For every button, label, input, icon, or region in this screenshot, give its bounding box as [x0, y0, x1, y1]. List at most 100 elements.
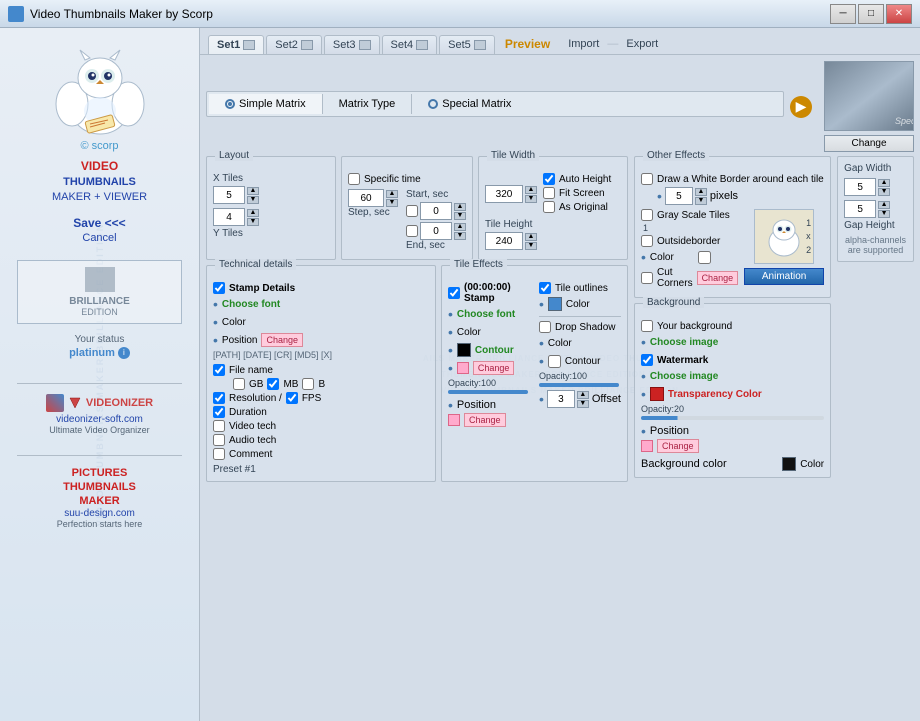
effects-color-checkbox[interactable] — [698, 251, 711, 264]
maximize-button[interactable]: □ — [858, 4, 884, 24]
shadow-contour-checkbox[interactable] — [548, 355, 561, 368]
auto-height-checkbox[interactable] — [543, 173, 555, 185]
end-checkbox[interactable] — [406, 225, 418, 237]
gap-width-up[interactable]: ▲ — [878, 179, 890, 187]
end-down[interactable]: ▼ — [454, 232, 466, 240]
offset-up[interactable]: ▲ — [577, 391, 589, 399]
end-up[interactable]: ▲ — [454, 223, 466, 231]
y-tiles-up[interactable]: ▲ — [247, 209, 259, 217]
gap-height-down[interactable]: ▼ — [878, 210, 890, 218]
step-input[interactable] — [348, 189, 384, 207]
white-border-checkbox[interactable] — [641, 173, 653, 185]
save-button[interactable]: Save <<< — [73, 216, 125, 230]
duration-checkbox[interactable] — [213, 406, 225, 418]
fps-checkbox[interactable] — [286, 392, 298, 404]
tab-special-matrix[interactable]: Special Matrix — [412, 94, 527, 114]
stamp-checkbox[interactable] — [448, 287, 460, 299]
cancel-button[interactable]: Cancel — [82, 232, 116, 244]
gap-height-input[interactable] — [844, 200, 876, 218]
tab-set3[interactable]: Set3 — [324, 35, 380, 54]
outside-border-checkbox[interactable] — [641, 235, 653, 247]
tile-width-up[interactable]: ▲ — [525, 186, 537, 194]
pixels-up[interactable]: ▲ — [695, 188, 707, 196]
tab-import[interactable]: Import — [560, 35, 607, 53]
start-up[interactable]: ▲ — [454, 203, 466, 211]
specific-time-checkbox[interactable] — [348, 173, 360, 185]
start-down[interactable]: ▼ — [454, 212, 466, 220]
tile-outlines-checkbox[interactable] — [539, 282, 551, 294]
tab-set4[interactable]: Set4 — [382, 35, 438, 54]
mb-checkbox[interactable] — [267, 378, 279, 390]
gap-height-up[interactable]: ▲ — [878, 201, 890, 209]
tab-preview[interactable]: Preview — [497, 34, 558, 54]
bg-color-btn[interactable]: Color — [782, 457, 824, 471]
as-original-checkbox[interactable] — [543, 201, 555, 213]
radio-simple-matrix[interactable] — [225, 99, 235, 109]
video-tech-checkbox[interactable] — [213, 420, 225, 432]
start-input[interactable] — [420, 202, 452, 220]
tab-set5[interactable]: Set5 — [439, 35, 495, 54]
tile-width-down[interactable]: ▼ — [525, 195, 537, 203]
pictures-link[interactable]: suu-design.com — [57, 508, 143, 519]
watermark-checkbox[interactable] — [641, 354, 653, 366]
x-tiles-down[interactable]: ▼ — [247, 196, 259, 204]
bg-change-btn[interactable]: Change — [657, 439, 699, 453]
gap-width-input[interactable] — [844, 178, 876, 196]
x-tiles-up[interactable]: ▲ — [247, 187, 259, 195]
file-name-checkbox[interactable] — [213, 364, 225, 376]
choose-image2-btn[interactable]: Choose image — [650, 371, 718, 382]
comment-checkbox[interactable] — [213, 448, 225, 460]
stamp-opacity-slider[interactable] — [448, 390, 528, 394]
pixels-input[interactable] — [665, 187, 693, 205]
radio-special-matrix[interactable] — [428, 99, 438, 109]
transparency-color-btn[interactable]: Transparency Color — [668, 389, 762, 400]
change-preview-button[interactable]: Change — [824, 135, 914, 152]
resolution-checkbox[interactable] — [213, 392, 225, 404]
b-checkbox[interactable] — [302, 378, 314, 390]
arrow-right-button[interactable]: ▶ — [790, 96, 812, 118]
cut-corners-change[interactable]: Change — [697, 271, 739, 285]
stamp-change2-btn[interactable]: Change — [464, 413, 506, 427]
change-btn-tech[interactable]: Change — [261, 333, 303, 347]
tab-set1[interactable]: Set1 — [208, 35, 264, 54]
stamp-details-checkbox[interactable] — [213, 282, 225, 294]
stamp-change-btn[interactable]: Change — [473, 361, 515, 375]
offset-down[interactable]: ▼ — [577, 400, 589, 408]
offset-input[interactable] — [547, 390, 575, 408]
pixels-down[interactable]: ▼ — [695, 197, 707, 205]
gray-scale-checkbox[interactable] — [641, 209, 653, 221]
shadow-opacity-slider[interactable] — [539, 383, 619, 387]
choose-image-btn[interactable]: Choose image — [650, 337, 718, 348]
tab-export[interactable]: Export — [618, 35, 666, 53]
x-tiles-input[interactable] — [213, 186, 245, 204]
stamp-contour-label[interactable]: Contour — [475, 345, 514, 356]
videonizer-link[interactable]: videonizer-soft.com — [46, 414, 153, 425]
step-down[interactable]: ▼ — [386, 199, 398, 207]
start-checkbox[interactable] — [406, 205, 418, 217]
minimize-button[interactable]: ─ — [830, 4, 856, 24]
step-up[interactable]: ▲ — [386, 190, 398, 198]
stamp-choose-font[interactable]: Choose font — [457, 309, 515, 320]
tile-width-input[interactable] — [485, 185, 523, 203]
animation-button[interactable]: Animation — [744, 268, 824, 285]
tile-height-input[interactable] — [485, 232, 523, 250]
tile-height-down[interactable]: ▼ — [525, 242, 537, 250]
wm-opacity-slider[interactable] — [641, 416, 824, 420]
cut-corners-checkbox[interactable] — [641, 272, 653, 284]
your-bg-checkbox[interactable] — [641, 320, 653, 332]
tab-set2[interactable]: Set2 — [266, 35, 322, 54]
drop-shadow-checkbox[interactable] — [539, 321, 551, 333]
tile-height-up[interactable]: ▲ — [525, 233, 537, 241]
y-tiles-input[interactable] — [213, 208, 245, 226]
y-tiles-down[interactable]: ▼ — [247, 218, 259, 226]
close-button[interactable]: ✕ — [886, 4, 912, 24]
tab-matrix-type[interactable]: Matrix Type — [323, 94, 413, 114]
end-input[interactable] — [420, 222, 452, 240]
tab-simple-matrix[interactable]: Simple Matrix — [209, 94, 323, 114]
fit-screen-checkbox[interactable] — [543, 187, 555, 199]
choose-font-label[interactable]: Choose font — [222, 299, 280, 310]
info-icon[interactable]: i — [118, 347, 130, 359]
gb-checkbox[interactable] — [233, 378, 245, 390]
audio-tech-checkbox[interactable] — [213, 434, 225, 446]
gap-width-down[interactable]: ▼ — [878, 188, 890, 196]
